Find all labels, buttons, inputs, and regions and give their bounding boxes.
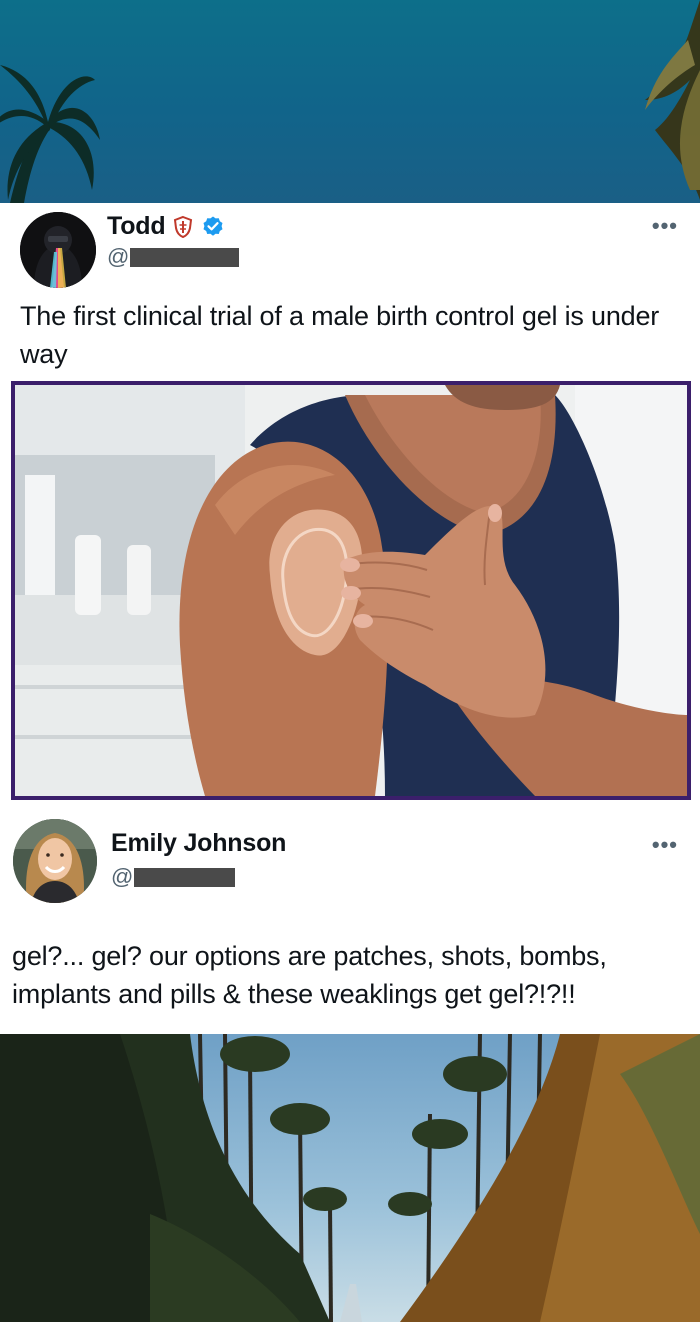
tweet-card-todd[interactable]: Todd @ ••• The first clinical trial of a… [0,203,700,381]
name-row: Emily Johnson [111,829,286,858]
avatar[interactable] [20,212,96,288]
avatar[interactable] [13,819,97,903]
more-options-icon[interactable]: ••• [652,834,678,856]
palm-fronds-illustration [0,0,700,203]
tweet-card-emily[interactable]: Emily Johnson ••• gel?... gel? our optio… [0,800,700,1034]
name-row: Todd [107,212,225,241]
handle[interactable]: @ [111,864,236,890]
shield-badge-icon [171,215,195,239]
display-name[interactable]: Todd [107,212,166,241]
avatar-image [20,212,96,288]
gel-on-shoulder-photo [15,385,687,796]
palm-avenue-illustration [0,1034,700,1322]
top-sky-banner [0,0,700,203]
handle[interactable]: @ [107,244,240,270]
tweet-media-image[interactable] [11,381,691,800]
tweet-text: The first clinical trial of a male birth… [20,301,660,369]
handle-prefix: @ [111,864,134,889]
handle-prefix: @ [107,244,130,269]
bottom-palm-avenue-banner [0,1034,700,1322]
verified-check-icon [201,215,225,239]
tweet-text: gel?... gel? our options are patches, sh… [12,941,607,1009]
display-name[interactable]: Emily Johnson [111,829,286,858]
more-options-icon[interactable]: ••• [652,215,678,237]
handle-redaction-bar [134,867,236,887]
handle-redaction-bar [130,247,240,267]
avatar-image [13,819,97,903]
